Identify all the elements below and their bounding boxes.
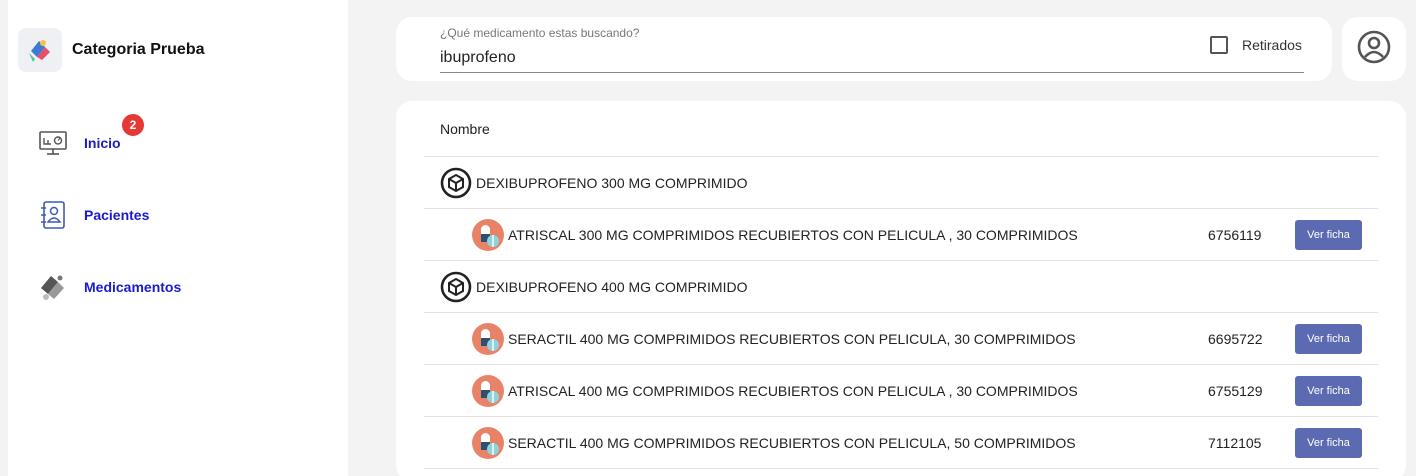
sidebar-item-medicamentos[interactable]: Medicamentos xyxy=(38,272,181,302)
row-code: 6756119 xyxy=(1208,226,1262,243)
table-row[interactable]: ATRISCAL 400 MG COMPRIMIDOS RECUBIERTOS … xyxy=(424,364,1378,416)
table-row[interactable]: DEXIBUPROFENO 300 MG COMPRIMIDO xyxy=(424,156,1378,208)
sidebar-item-label: Medicamentos xyxy=(84,279,182,295)
sidebar-item-label: Pacientes xyxy=(84,207,150,223)
box-icon xyxy=(440,167,472,204)
retirados-label: Retirados xyxy=(1242,37,1302,53)
app-logo-icon xyxy=(18,28,62,72)
row-name: ATRISCAL 400 MG COMPRIMIDOS RECUBIERTOS … xyxy=(508,382,1078,399)
table-row[interactable]: SERACTIL 400 MG COMPRIMIDOS RECUBIERTOS … xyxy=(424,312,1378,364)
table-row[interactable]: DEXIBUPROFENO 400 MG COMPRIMIDO xyxy=(424,260,1378,312)
sidebar: Categoria Prueba Inicio 2 Pacientes Medi… xyxy=(0,0,348,476)
search-label: ¿Qué medicamento estas buscando? xyxy=(440,26,640,40)
ver-ficha-button[interactable]: Ver ficha xyxy=(1295,324,1362,354)
capsule-icon xyxy=(472,375,504,412)
row-name: SERACTIL 400 MG COMPRIMIDOS RECUBIERTOS … xyxy=(508,434,1076,451)
retirados-filter[interactable]: Retirados xyxy=(1210,36,1302,54)
sidebar-item-pacientes[interactable]: Pacientes xyxy=(38,200,149,230)
notification-badge: 2 xyxy=(122,114,144,136)
sidebar-item-label: Inicio xyxy=(84,135,121,151)
capsule-icon xyxy=(472,323,504,360)
table-row-divider xyxy=(424,468,1378,476)
row-name: DEXIBUPROFENO 300 MG COMPRIMIDO xyxy=(476,174,748,191)
retirados-checkbox[interactable] xyxy=(1210,36,1228,54)
search-card: ¿Qué medicamento estas buscando? Retirad… xyxy=(396,17,1332,81)
sidebar-item-inicio[interactable]: Inicio 2 xyxy=(38,114,144,158)
pills-icon xyxy=(38,272,68,302)
search-input[interactable] xyxy=(440,43,1304,73)
capsule-icon xyxy=(472,219,504,256)
row-code: 6755129 xyxy=(1208,382,1263,399)
column-header-nombre: Nombre xyxy=(440,121,490,137)
dashboard-monitor-icon xyxy=(38,128,68,158)
row-code: 6695722 xyxy=(1208,330,1263,347)
brand[interactable]: Categoria Prueba xyxy=(18,28,204,72)
contact-book-icon xyxy=(38,200,68,230)
ver-ficha-button[interactable]: Ver ficha xyxy=(1295,428,1362,458)
brand-name: Categoria Prueba xyxy=(72,41,205,58)
table-row[interactable]: ATRISCAL 300 MG COMPRIMIDOS RECUBIERTOS … xyxy=(424,208,1378,260)
ver-ficha-button[interactable]: Ver ficha xyxy=(1295,376,1362,406)
user-account-button[interactable] xyxy=(1342,17,1406,81)
results-table: Nombre DEXIBUPROFENO 300 MG COMPRIMIDO A… xyxy=(396,101,1406,476)
row-name: ATRISCAL 300 MG COMPRIMIDOS RECUBIERTOS … xyxy=(508,226,1078,243)
capsule-icon xyxy=(472,427,504,464)
row-name: SERACTIL 400 MG COMPRIMIDOS RECUBIERTOS … xyxy=(508,330,1076,347)
row-code: 7112105 xyxy=(1208,434,1262,451)
box-icon xyxy=(440,271,472,308)
account-circle-icon xyxy=(1356,29,1392,70)
table-row[interactable]: SERACTIL 400 MG COMPRIMIDOS RECUBIERTOS … xyxy=(424,416,1378,468)
row-name: DEXIBUPROFENO 400 MG COMPRIMIDO xyxy=(476,278,748,295)
results-rows: DEXIBUPROFENO 300 MG COMPRIMIDO ATRISCAL… xyxy=(424,156,1378,476)
ver-ficha-button[interactable]: Ver ficha xyxy=(1295,220,1362,250)
